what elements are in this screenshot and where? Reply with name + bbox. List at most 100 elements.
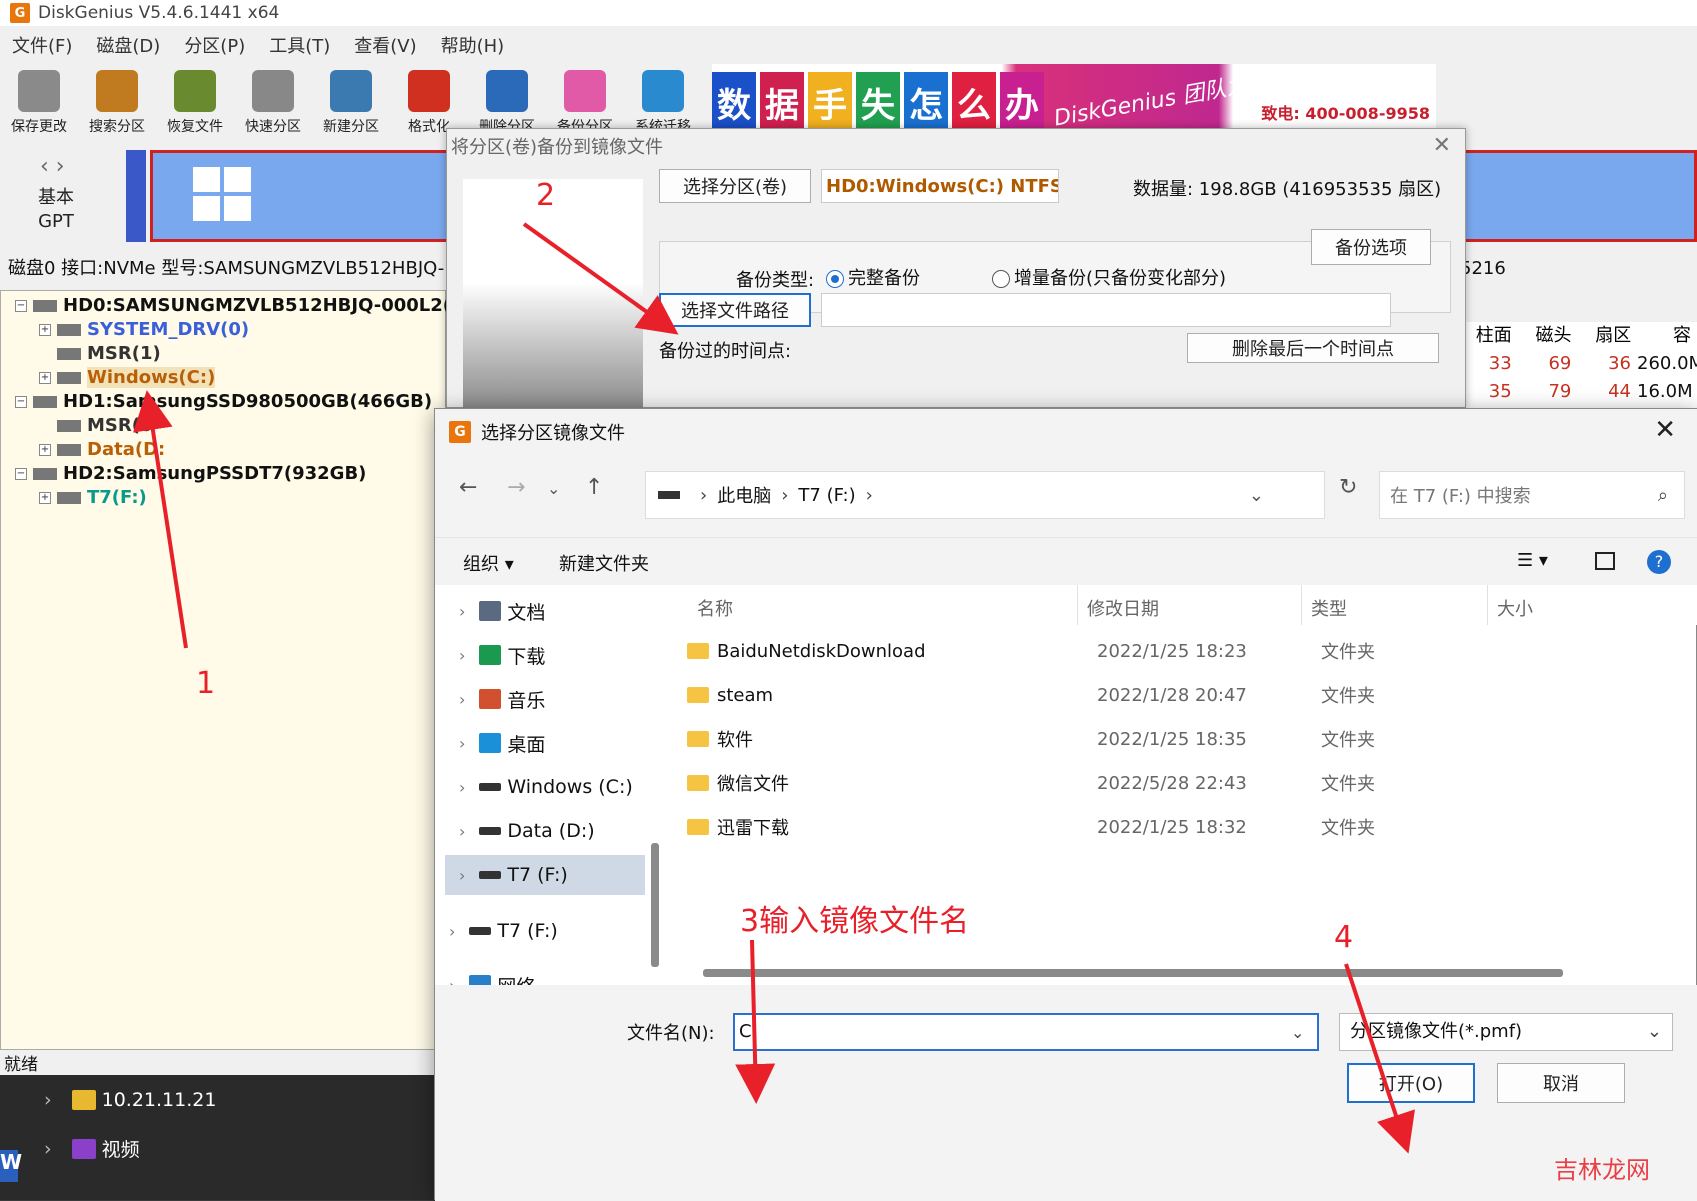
close-icon[interactable]: ✕: [1654, 415, 1676, 445]
toolbar-button-label: 快速分区: [245, 119, 301, 135]
breadcrumb-t7[interactable]: T7 (F:): [798, 485, 855, 506]
nav-item[interactable]: › T7 (F:): [435, 911, 635, 951]
file-date: 2022/1/25 18:32: [1097, 816, 1247, 838]
table-row[interactable]: 33 69 36 260.0M: [1458, 350, 1697, 378]
tree-item[interactable]: + Data(D:: [39, 439, 165, 460]
toolbar-button[interactable]: 恢复文件: [156, 64, 234, 142]
file-row[interactable]: 微信文件 2022/5/28 22:43 文件夹: [667, 763, 1697, 803]
nav-item[interactable]: › Windows (C:): [445, 767, 645, 807]
tree-item[interactable]: − HD2:SamsungPSSDT7(932GB): [15, 463, 366, 484]
column-header[interactable]: 类型: [1311, 595, 1347, 621]
cancel-button[interactable]: 取消: [1497, 1063, 1625, 1103]
file-row[interactable]: 软件 2022/1/25 18:35 文件夹: [667, 719, 1697, 759]
column-separator[interactable]: [1301, 585, 1302, 625]
back-arrow-icon[interactable]: ←: [459, 475, 477, 500]
column-separator[interactable]: [1487, 585, 1488, 625]
folder-icon: [687, 819, 709, 835]
view-options-icon[interactable]: ☰ ▾: [1517, 550, 1548, 571]
tree-item-label: HD2:SamsungPSSDT7(932GB): [63, 463, 367, 484]
column-header[interactable]: 大小: [1497, 595, 1533, 621]
desktop-icon: [479, 733, 502, 753]
background-nav-item[interactable]: › 10.21.11.21: [44, 1089, 216, 1111]
forward-arrow-icon[interactable]: →: [507, 475, 525, 500]
toolbar-button[interactable]: 新建分区: [312, 64, 390, 142]
partition-icon: [57, 492, 81, 504]
expander-icon[interactable]: +: [39, 492, 51, 504]
menu-item[interactable]: 查看(V): [354, 32, 416, 62]
menu-item[interactable]: 分区(P): [184, 32, 245, 62]
nav-item[interactable]: › 文档: [445, 591, 645, 631]
music-icon: [479, 689, 502, 709]
toolbar-button[interactable]: 保存更改: [0, 64, 78, 142]
toolbar-button[interactable]: 快速分区: [234, 64, 312, 142]
disk-basic-label: 基本: [38, 187, 74, 208]
expander-icon[interactable]: +: [39, 372, 51, 384]
table-row[interactable]: 35 79 44 16.0M: [1458, 378, 1697, 406]
table-cell: 69: [1548, 353, 1572, 374]
disk-nav-arrows-icon[interactable]: ‹ ›: [40, 154, 65, 179]
select-partition-button[interactable]: 选择分区(卷): [659, 169, 811, 203]
file-row[interactable]: 迅雷下载 2022/1/25 18:32 文件夹: [667, 807, 1697, 847]
open-button[interactable]: 打开(O): [1347, 1063, 1475, 1103]
full-backup-radio[interactable]: 完整备份: [826, 264, 920, 290]
tree-item[interactable]: + SYSTEM_DRV(0): [39, 319, 249, 340]
toolbar-button-label: 搜索分区: [89, 119, 145, 135]
tree-item[interactable]: − HD0:SAMSUNGMZVLB512HBJQ-000L2(47: [15, 295, 476, 316]
toolbar-button[interactable]: 搜索分区: [78, 64, 156, 142]
tree-item[interactable]: + T7(F:): [39, 487, 147, 508]
delete-last-timepoint-button[interactable]: 删除最后一个时间点: [1187, 333, 1439, 363]
organize-button[interactable]: 组织 ▾: [463, 550, 514, 576]
file-path-input[interactable]: [821, 293, 1391, 327]
tree-item-label: T7(F:): [87, 487, 147, 508]
file-row[interactable]: steam 2022/1/28 20:47 文件夹: [667, 675, 1697, 715]
word-app-icon[interactable]: W: [0, 1150, 22, 1182]
tree-item[interactable]: MSR(1): [39, 343, 161, 364]
chevron-down-icon[interactable]: ⌄: [547, 479, 560, 498]
select-file-path-button[interactable]: 选择文件路径: [659, 293, 811, 327]
chevron-right-icon: ›: [459, 689, 466, 709]
column-header[interactable]: 修改日期: [1087, 595, 1159, 621]
background-nav-item[interactable]: › 视频: [44, 1135, 140, 1162]
breadcrumb-this-pc[interactable]: 此电脑: [717, 482, 771, 508]
tree-item[interactable]: MSR(0: [39, 415, 153, 436]
filename-input[interactable]: C: [733, 1013, 1319, 1051]
incremental-backup-radio[interactable]: 增量备份(只备份变化部分): [992, 264, 1226, 290]
nav-item[interactable]: › T7 (F:): [445, 855, 645, 895]
menu-item[interactable]: 帮助(H): [441, 32, 505, 62]
column-header[interactable]: 名称: [697, 595, 733, 621]
nav-pane-scrollbar[interactable]: [651, 843, 659, 967]
refresh-icon[interactable]: ↻: [1339, 475, 1357, 500]
search-input[interactable]: 在 T7 (F:) 中搜索 ⌕: [1379, 471, 1685, 519]
backup-options-button[interactable]: 备份选项: [1311, 229, 1431, 265]
menu-item[interactable]: 文件(F): [12, 32, 72, 62]
preview-pane-icon[interactable]: [1595, 552, 1615, 570]
nav-item[interactable]: › Data (D:): [445, 811, 645, 851]
address-dropdown-icon[interactable]: ⌄: [1249, 485, 1264, 506]
expander-icon[interactable]: −: [15, 300, 27, 312]
expander-icon[interactable]: +: [39, 444, 51, 456]
menu-item[interactable]: 磁盘(D): [96, 32, 160, 62]
nav-item[interactable]: › 桌面: [445, 723, 645, 763]
nav-item[interactable]: › 下载: [445, 635, 645, 675]
nav-item[interactable]: › 音乐: [445, 679, 645, 719]
up-arrow-icon[interactable]: ↑: [585, 475, 603, 500]
filename-dropdown-icon[interactable]: ⌄: [1291, 1023, 1304, 1042]
address-bar[interactable]: › 此电脑 › T7 (F:) › ⌄: [645, 471, 1325, 519]
tree-item[interactable]: − HD1:SamsungSSD980500GB(466GB): [15, 391, 432, 412]
expander-icon[interactable]: −: [15, 396, 27, 408]
help-icon[interactable]: ?: [1647, 550, 1671, 574]
file-row[interactable]: BaiduNetdiskDownload 2022/1/25 18:23 文件夹: [667, 631, 1697, 671]
new-folder-button[interactable]: 新建文件夹: [559, 550, 649, 576]
expander-icon[interactable]: +: [39, 324, 51, 336]
expander-icon[interactable]: −: [15, 468, 27, 480]
windows-logo-icon: [193, 167, 251, 221]
file-name: 迅雷下载: [717, 818, 789, 839]
disk-icon: [252, 70, 294, 112]
column-separator[interactable]: [1077, 585, 1078, 625]
small-partition-bar[interactable]: [126, 150, 146, 242]
menu-item[interactable]: 工具(T): [269, 32, 330, 62]
tree-item[interactable]: + Windows(C:): [39, 367, 216, 388]
filetype-select[interactable]: 分区镜像文件(*.pmf) ⌄: [1339, 1013, 1673, 1051]
close-icon[interactable]: ✕: [1433, 133, 1451, 158]
horizontal-scrollbar[interactable]: [703, 969, 1563, 977]
